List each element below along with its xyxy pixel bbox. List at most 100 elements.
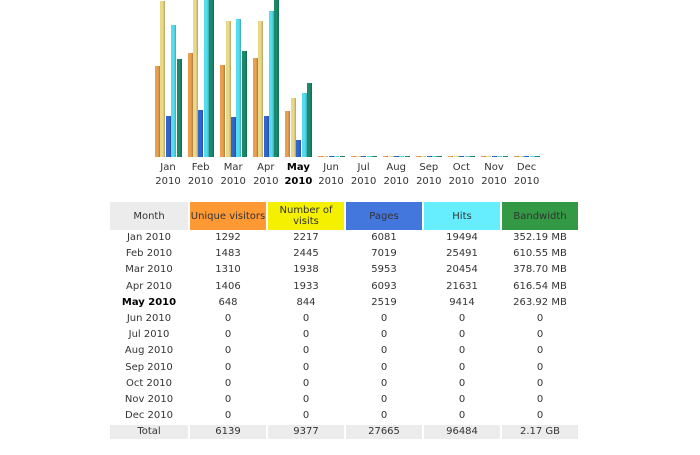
x-tick-label[interactable]: Aug 2010	[379, 161, 413, 189]
bar-oct-bandwidth	[470, 156, 475, 157]
x-tick-label[interactable]: Sep 2010	[412, 161, 446, 189]
bar-mar-bandwidth	[241, 51, 247, 157]
bar-nov-number	[486, 156, 492, 157]
value-cell: 0	[380, 393, 388, 405]
bar-jul-pages	[361, 156, 367, 157]
bar-feb-pages	[198, 110, 204, 157]
x-tick-label[interactable]: Oct 2010	[444, 161, 478, 189]
table-row: Aug 2010 0 0 0 0 0	[110, 343, 578, 359]
x-tick-label[interactable]: Jan 2010	[151, 161, 185, 189]
bar-mar-pages	[231, 117, 236, 157]
x-tick-label[interactable]: Jun 2010	[314, 161, 348, 189]
bar-may-pages	[296, 140, 302, 157]
month-cell[interactable]: Dec 2010	[110, 408, 188, 424]
tick-month: Mar	[223, 162, 243, 173]
month-cell[interactable]: Jun 2010	[110, 311, 188, 327]
bar-feb-unique	[187, 53, 193, 157]
value-cell: 0	[224, 377, 232, 389]
x-tick-label[interactable]: Feb 2010	[184, 161, 218, 189]
month-cell[interactable]: Apr 2010	[110, 279, 188, 295]
value-cell: 25491	[446, 248, 478, 260]
x-tick-label[interactable]: Jul 2010	[347, 161, 381, 189]
value-cell: 2445	[293, 248, 319, 260]
bar-aug-hits	[399, 156, 405, 157]
value-cell: 2217	[293, 232, 319, 244]
total-label: Total	[110, 425, 188, 440]
table-row: Oct 2010 0 0 0 0 0	[110, 376, 578, 392]
value-cell: 0	[458, 345, 466, 357]
header-pages: Pages	[346, 202, 422, 230]
value-cell: 1310	[215, 264, 241, 276]
bar-mar-number	[225, 21, 231, 157]
bar-jul-number	[356, 156, 361, 157]
month-cell[interactable]: Mar 2010	[110, 262, 188, 278]
month-cell[interactable]: May 2010	[110, 295, 188, 311]
x-tick-label[interactable]: Dec 2010	[510, 161, 544, 189]
x-tick-label[interactable]: Mar 2010	[216, 161, 250, 189]
bar-oct-unique	[448, 156, 454, 157]
bar-aug-pages	[394, 156, 399, 157]
x-tick-label[interactable]: Nov 2010	[477, 161, 511, 189]
total-row: Total 6139 9377 27665 96484 2.17 GB	[110, 425, 578, 440]
bar-jun-number	[323, 156, 329, 157]
tick-month: Jan	[160, 162, 176, 173]
bar-may-bandwidth	[307, 83, 312, 157]
value-cell: 20454	[446, 264, 478, 276]
tick-year: 2010	[513, 176, 540, 187]
bar-nov-pages	[491, 156, 497, 157]
bar-apr-pages	[263, 116, 269, 157]
table-row: Apr 2010 1406 1933 6093 21631 616.54 MB	[110, 279, 578, 295]
value-cell: 1933	[293, 280, 319, 292]
month-cell[interactable]: Feb 2010	[110, 246, 188, 262]
x-tick-label[interactable]: May 2010	[281, 161, 315, 189]
value-cell: 6093	[371, 280, 397, 292]
value-cell: 0	[380, 361, 388, 373]
total-value: 9377	[268, 425, 344, 440]
x-tick-label[interactable]: Apr 2010	[249, 161, 283, 189]
value-cell: 0	[458, 313, 466, 325]
header-month: Month	[110, 202, 188, 230]
month-cell[interactable]: Jan 2010	[110, 230, 188, 246]
bar-sep-number	[421, 156, 427, 157]
bar-dec-unique	[513, 156, 519, 157]
month-cell[interactable]: Sep 2010	[110, 360, 188, 376]
bar-nov-hits	[497, 156, 503, 157]
value-cell: 378.70 MB	[513, 264, 567, 276]
bar-jun-bandwidth	[339, 156, 345, 157]
header-bandwidth: Bandwidth	[502, 202, 578, 230]
value-cell: 0	[458, 393, 466, 405]
value-cell: 0	[536, 329, 544, 341]
bar-apr-hits	[269, 11, 274, 157]
value-cell: 616.54 MB	[513, 280, 567, 292]
bar-jan-number	[160, 1, 166, 157]
value-cell: 0	[302, 377, 310, 389]
value-cell: 610.55 MB	[513, 248, 567, 260]
total-value: 96484	[424, 425, 500, 440]
value-cell: 1292	[215, 232, 241, 244]
value-cell: 0	[302, 393, 310, 405]
bar-may-number	[290, 98, 296, 157]
bar-mar-hits	[236, 19, 242, 157]
bar-may-unique	[285, 111, 291, 157]
value-cell: 0	[536, 345, 544, 357]
tick-month: Jul	[357, 162, 370, 173]
tick-month: May	[286, 162, 310, 173]
month-cell[interactable]: Jul 2010	[110, 327, 188, 343]
table-row: May 2010 648 844 2519 9414 263.92 MB	[110, 295, 578, 311]
month-cell[interactable]: Oct 2010	[110, 376, 188, 392]
bar-jan-unique	[155, 66, 160, 157]
month-cell[interactable]: Aug 2010	[110, 343, 188, 359]
value-cell: 0	[224, 393, 232, 405]
tick-month: Feb	[191, 162, 210, 173]
table-row: Nov 2010 0 0 0 0 0	[110, 392, 578, 408]
bar-jun-hits	[334, 156, 340, 157]
bar-sep-unique	[415, 156, 421, 157]
monthly-history-chart: Jan 2010 Feb 2010 Mar 2010 Apr 2010 May 2010 Jun 20…	[0, 0, 700, 190]
month-cell[interactable]: Nov 2010	[110, 392, 188, 408]
bar-apr-unique	[252, 58, 258, 157]
tick-year: 2010	[350, 176, 377, 187]
tick-year: 2010	[284, 176, 313, 187]
value-cell: 9414	[449, 296, 475, 308]
tick-month: Dec	[516, 162, 537, 173]
value-cell: 0	[458, 329, 466, 341]
